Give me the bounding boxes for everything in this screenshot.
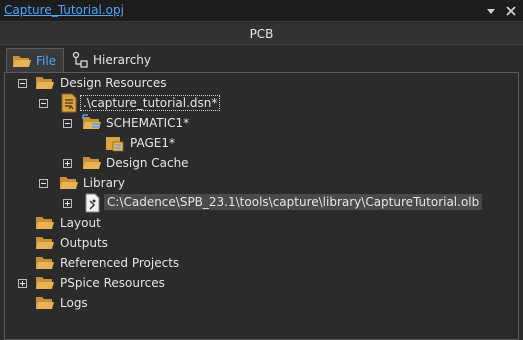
tree-node-layout[interactable]: Layout: [5, 213, 515, 233]
schematic-folder-icon: [82, 114, 102, 132]
tree-node-page[interactable]: PAGE1*: [5, 133, 515, 153]
folder-icon: [35, 274, 55, 292]
expand-icon[interactable]: [18, 279, 27, 288]
folder-icon: [35, 254, 55, 272]
tree-node-design-cache[interactable]: Design Cache: [5, 153, 515, 173]
title-bar: Capture_Tutorial.opj: [0, 0, 523, 22]
tree-node-outputs[interactable]: Outputs: [5, 233, 515, 253]
expand-icon[interactable]: [63, 199, 72, 208]
tree-label: Design Resources: [60, 76, 167, 90]
folder-open-icon: [59, 174, 79, 192]
tab-hierarchy[interactable]: Hierarchy: [68, 48, 158, 72]
window-title[interactable]: Capture_Tutorial.opj: [4, 3, 124, 17]
tab-file[interactable]: File: [6, 48, 64, 72]
tree-node-library[interactable]: Library: [5, 173, 515, 193]
tree-node-pspice-resources[interactable]: PSpice Resources: [5, 273, 515, 293]
project-manager-window: Capture_Tutorial.opj PCB File Hierarchy …: [0, 0, 523, 340]
tree-node-design-file[interactable]: .\capture_tutorial.dsn*: [5, 93, 515, 113]
folder-icon: [35, 214, 55, 232]
library-file-icon: [84, 193, 104, 213]
tree-label: C:\Cadence\SPB_23.1\tools\capture\librar…: [104, 194, 483, 210]
page-icon: [105, 134, 125, 152]
tree-node-library-file[interactable]: C:\Cadence\SPB_23.1\tools\capture\librar…: [5, 193, 515, 213]
tree-label: Logs: [60, 296, 88, 310]
hierarchy-icon: [71, 51, 89, 69]
folder-open-icon: [35, 74, 55, 92]
tree-label: SCHEMATIC1*: [106, 116, 190, 130]
tree-label: PAGE1*: [130, 136, 175, 150]
collapse-icon[interactable]: [39, 99, 48, 108]
tree-label: Library: [83, 176, 125, 190]
tree-label: PSpice Resources: [60, 276, 165, 290]
tab-strip: File Hierarchy: [4, 48, 519, 72]
collapse-icon[interactable]: [63, 119, 72, 128]
folder-icon: [35, 294, 55, 312]
folder-icon: [82, 154, 102, 172]
design-file-icon: [59, 93, 79, 113]
tree-label: Referenced Projects: [60, 256, 180, 270]
tab-hierarchy-label: Hierarchy: [93, 53, 152, 67]
tree-node-design-resources[interactable]: Design Resources: [5, 73, 515, 93]
tree-label: Outputs: [60, 236, 108, 250]
project-tree: Design Resources .\capture_tutorial.dsn*: [4, 72, 519, 340]
pin-dropdown-icon[interactable]: [483, 3, 499, 19]
folder-icon: [35, 234, 55, 252]
close-icon[interactable]: [503, 3, 519, 19]
tree-node-schematic[interactable]: SCHEMATIC1*: [5, 113, 515, 133]
tree-label: Layout: [60, 216, 101, 230]
tree-node-referenced-projects[interactable]: Referenced Projects: [5, 253, 515, 273]
collapse-icon[interactable]: [18, 79, 27, 88]
tab-file-label: File: [36, 53, 57, 68]
tree-label: .\capture_tutorial.dsn*: [80, 95, 221, 111]
folder-icon: [12, 53, 32, 69]
expand-icon[interactable]: [63, 159, 72, 168]
tree-node-logs[interactable]: Logs: [5, 293, 515, 313]
panel-header: PCB: [0, 23, 523, 45]
tree-label: Design Cache: [106, 156, 189, 170]
collapse-icon[interactable]: [39, 179, 48, 188]
